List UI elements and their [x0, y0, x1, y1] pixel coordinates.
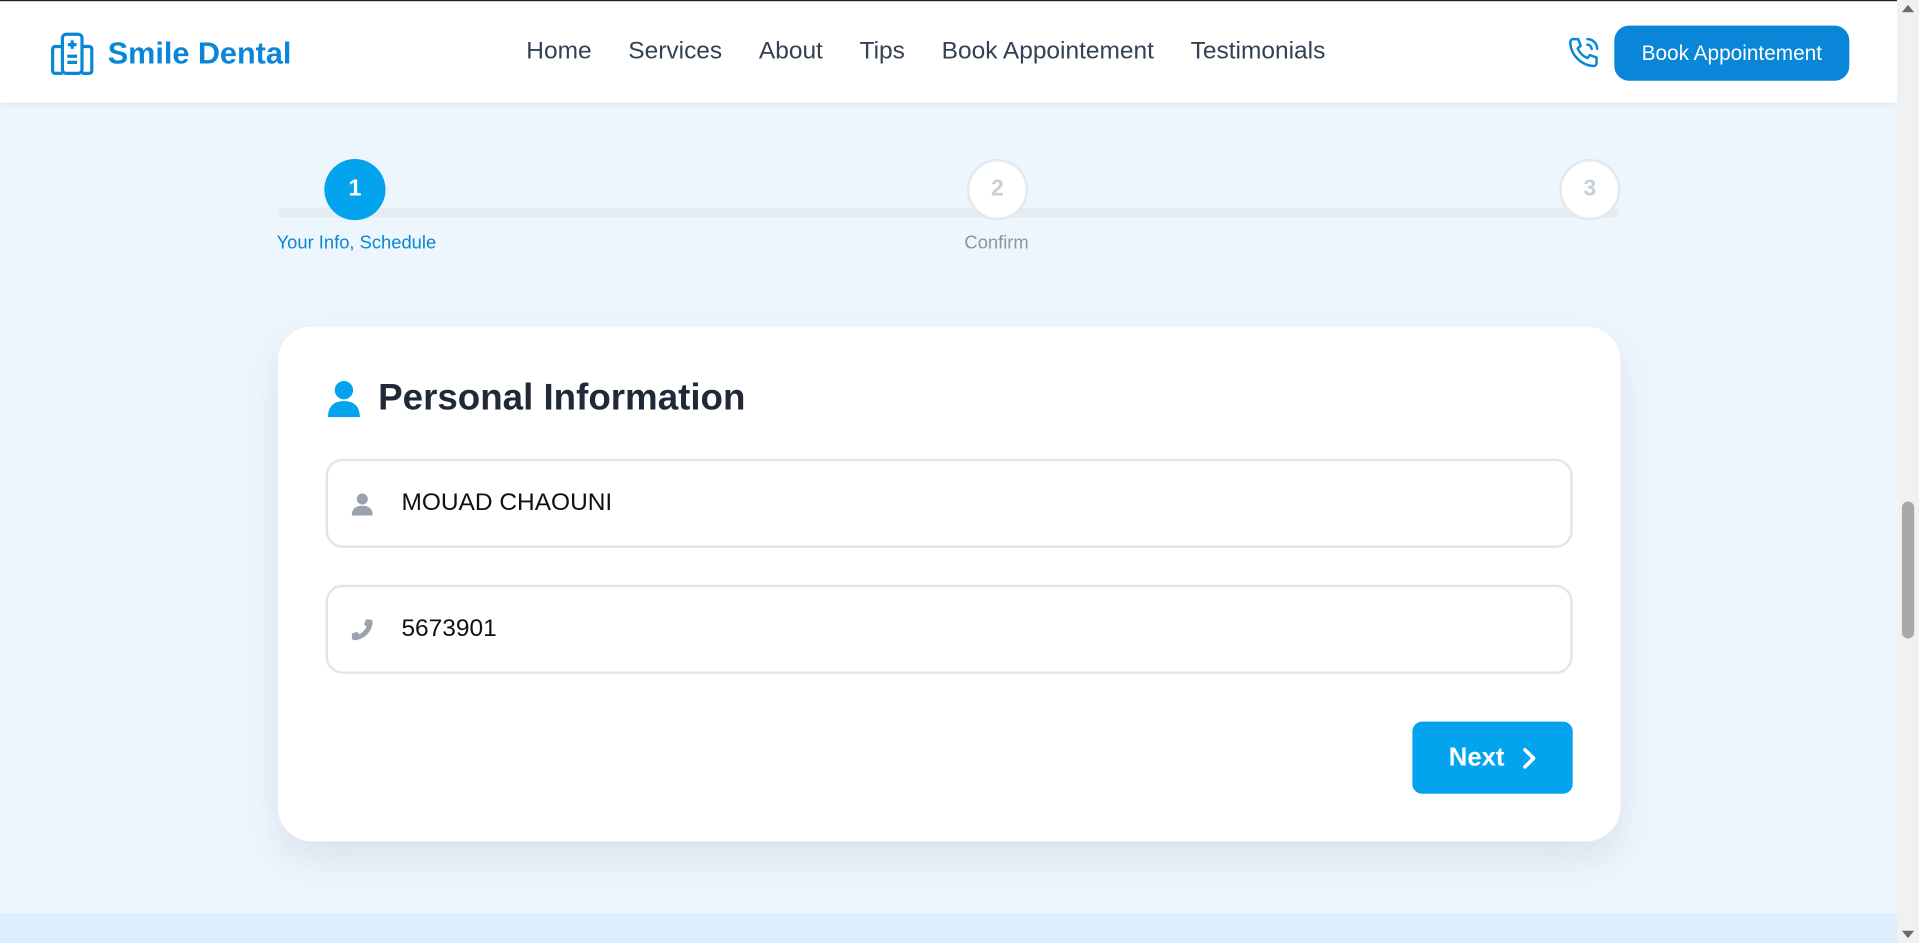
nav-tips[interactable]: Tips	[860, 38, 905, 66]
phone-input[interactable]	[401, 587, 1552, 672]
next-label: Next	[1448, 743, 1505, 772]
user-icon	[351, 492, 373, 515]
card-title: Personal Information	[378, 377, 746, 419]
nav-services[interactable]: Services	[628, 38, 722, 66]
name-input[interactable]	[401, 461, 1552, 546]
nav-book-appointement[interactable]: Book Appointement	[942, 38, 1154, 66]
site-header: Smile Dental Home Services About Tips Bo…	[0, 0, 1898, 103]
scrollbar[interactable]	[1897, 0, 1919, 943]
user-icon	[328, 380, 360, 418]
phone-icon[interactable]	[1565, 34, 1602, 71]
scroll-down-arrow[interactable]	[1901, 930, 1915, 939]
phone-field[interactable]	[325, 584, 1573, 674]
logo-text: Smile Dental	[107, 36, 292, 71]
step-1-label: Your Info, Schedule	[276, 232, 437, 254]
hospital-icon	[51, 32, 94, 75]
book-appointement-button[interactable]: Book Appointement	[1614, 25, 1850, 81]
main-nav: Home Services About Tips Book Appointeme…	[526, 38, 1325, 66]
next-button[interactable]: Next	[1412, 721, 1573, 794]
step-1-circle[interactable]: 1	[324, 159, 386, 221]
footer-strip	[0, 913, 1898, 943]
step-2-label: Confirm	[964, 232, 1029, 254]
nav-home[interactable]: Home	[526, 38, 591, 66]
nav-testimonials[interactable]: Testimonials	[1191, 38, 1326, 66]
scroll-up-arrow[interactable]	[1901, 4, 1915, 13]
page: Smile Dental Home Services About Tips Bo…	[0, 0, 1919, 943]
nav-about[interactable]: About	[759, 38, 823, 66]
card-header: Personal Information	[327, 377, 746, 420]
personal-info-card: Personal Information Next	[277, 326, 1621, 842]
step-3-circle[interactable]: 3	[1559, 159, 1621, 221]
stepper-track	[277, 207, 1620, 218]
name-field[interactable]	[325, 458, 1573, 548]
logo[interactable]: Smile Dental	[49, 31, 291, 77]
chevron-right-icon	[1523, 747, 1536, 769]
viewport: Smile Dental Home Services About Tips Bo…	[0, 0, 1919, 943]
phone-icon	[351, 618, 373, 640]
scroll-thumb[interactable]	[1901, 501, 1915, 639]
step-2-circle[interactable]: 2	[966, 159, 1029, 221]
